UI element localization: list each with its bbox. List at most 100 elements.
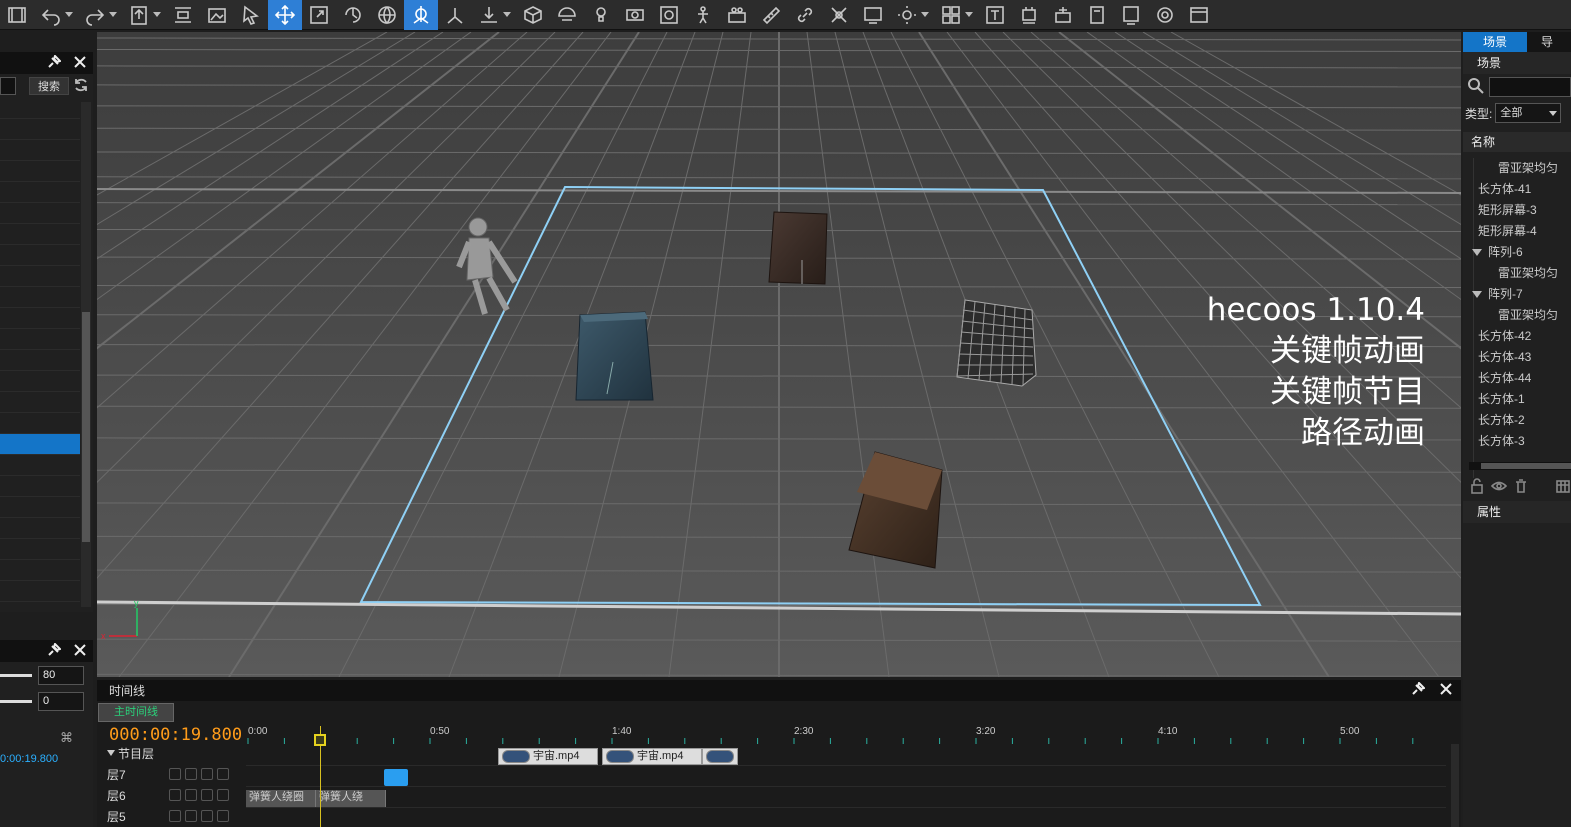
left-list-row[interactable]: [0, 98, 80, 119]
animation-clip[interactable]: 弹簧人绕圈: [246, 790, 316, 807]
link-tool[interactable]: [788, 0, 822, 30]
move-tool[interactable]: [268, 0, 302, 30]
grid-tool[interactable]: [934, 0, 978, 30]
left-list-row[interactable]: [0, 497, 80, 518]
scene-tree-item[interactable]: 长方体-2: [1474, 410, 1571, 431]
dropdown-arrow-icon[interactable]: [920, 12, 929, 17]
scene-tree-item[interactable]: 阵列-6: [1472, 242, 1571, 263]
globe-tool[interactable]: [370, 0, 404, 30]
panel-tool[interactable]: [1080, 0, 1114, 30]
left-list-row[interactable]: [0, 203, 80, 224]
rotate-tool[interactable]: [336, 0, 370, 30]
timeline-track[interactable]: [246, 767, 1446, 787]
expand-icon[interactable]: [1472, 249, 1482, 256]
mute-icon[interactable]: [185, 810, 197, 822]
left-list-row[interactable]: [0, 455, 80, 476]
slider-2-value[interactable]: 0: [38, 691, 84, 711]
screen-tool[interactable]: [1114, 0, 1148, 30]
scene-tree-item[interactable]: 长方体-44: [1474, 368, 1571, 389]
image-tool[interactable]: [200, 0, 234, 30]
expand-icon[interactable]: [1472, 291, 1482, 298]
scene-search-input[interactable]: [1489, 77, 1571, 97]
left-list-row[interactable]: [0, 539, 80, 560]
mute-icon[interactable]: [185, 768, 197, 780]
pin-icon[interactable]: [1411, 681, 1426, 699]
lock-icon[interactable]: [217, 789, 229, 801]
gear-tool[interactable]: [1148, 0, 1182, 30]
layer-row[interactable]: 层6: [107, 785, 243, 805]
layer-row[interactable]: 层5: [107, 806, 243, 826]
film-tool[interactable]: [0, 0, 34, 30]
search-icon[interactable]: [1467, 77, 1485, 98]
left-list-row[interactable]: [0, 371, 80, 392]
light-tool[interactable]: [584, 0, 618, 30]
close-icon[interactable]: [73, 643, 87, 660]
left-list-row[interactable]: [0, 434, 80, 455]
capture-tool[interactable]: [652, 0, 686, 30]
refresh-icon[interactable]: [73, 77, 89, 96]
layer-row[interactable]: 层7: [107, 764, 243, 784]
left-list-row[interactable]: [0, 518, 80, 539]
left-list-row[interactable]: [0, 350, 80, 371]
lock-icon[interactable]: [217, 810, 229, 822]
snap-tool[interactable]: [404, 0, 438, 30]
left-list-row[interactable]: [0, 182, 80, 203]
left-list-row[interactable]: [0, 476, 80, 497]
left-list-row[interactable]: [0, 581, 80, 602]
slider-1[interactable]: [0, 673, 32, 677]
collapse-icon[interactable]: [169, 768, 181, 780]
scene-tree-item[interactable]: 长方体-43: [1474, 347, 1571, 368]
left-list-row[interactable]: [0, 308, 80, 329]
cube-tool[interactable]: [516, 0, 550, 30]
left-list-row[interactable]: [0, 266, 80, 287]
pin-icon[interactable]: [47, 53, 62, 72]
undo-tool[interactable]: [34, 0, 78, 30]
redo-tool[interactable]: [78, 0, 122, 30]
collapse-icon[interactable]: [169, 810, 181, 822]
left-list-row[interactable]: [0, 245, 80, 266]
slider-1-value[interactable]: 80: [38, 665, 84, 685]
mute-icon[interactable]: [185, 789, 197, 801]
wave-icon[interactable]: ⌘: [60, 730, 73, 746]
video-clip[interactable]: 宇宙.mp4: [602, 748, 702, 765]
left-list-row[interactable]: [0, 119, 80, 140]
crossfade-tool[interactable]: [822, 0, 856, 30]
left-list-row[interactable]: [0, 329, 80, 350]
axis-tool[interactable]: [438, 0, 472, 30]
timeline-track[interactable]: 宇宙.mp4 宇宙.mp4: [246, 746, 1446, 766]
left-list-row[interactable]: [0, 413, 80, 434]
fps-tool[interactable]: [856, 0, 890, 30]
trash-icon[interactable]: [1513, 478, 1529, 497]
close-icon[interactable]: [73, 55, 87, 72]
left-list-row[interactable]: [0, 224, 80, 245]
scene-tree-item[interactable]: 阵列-7: [1472, 284, 1571, 305]
tab-scene[interactable]: 场景: [1463, 32, 1527, 52]
scale-tool[interactable]: [302, 0, 336, 30]
collapse-icon[interactable]: [169, 789, 181, 801]
dropdown-arrow-icon[interactable]: [964, 12, 973, 17]
timeline-track[interactable]: 弹簧人绕圈 弹簧人绕: [246, 788, 1446, 808]
cube-wireframe[interactable]: [956, 299, 1037, 387]
figure-tool[interactable]: [686, 0, 720, 30]
fixture2-tool[interactable]: [1046, 0, 1080, 30]
left-list-row[interactable]: [0, 140, 80, 161]
timeline-vscrollbar[interactable]: [1451, 744, 1459, 827]
tab-nav[interactable]: 导: [1529, 32, 1565, 52]
left-list-row[interactable]: [0, 392, 80, 413]
playhead-handle[interactable]: [314, 734, 327, 746]
video-clip[interactable]: 宇宙.mp4: [498, 748, 598, 765]
event-marker-icon[interactable]: [384, 769, 408, 786]
align-tool[interactable]: [166, 0, 200, 30]
export-tool[interactable]: [122, 0, 166, 30]
calendar-icon[interactable]: [1555, 478, 1571, 497]
scene-tree-item[interactable]: 矩形屏幕-3: [1474, 200, 1571, 221]
scene-tree-item[interactable]: 长方体-1: [1474, 389, 1571, 410]
scene-tree-item[interactable]: 雷亚架均匀: [1474, 263, 1571, 284]
left-list-row[interactable]: [0, 161, 80, 182]
dropdown-arrow-icon[interactable]: [152, 12, 161, 17]
eye-icon[interactable]: [201, 768, 213, 780]
left-list-row[interactable]: [0, 287, 80, 308]
group-tool[interactable]: [720, 0, 754, 30]
timeline-ruler[interactable]: 0:00 0:50 1:40 2:30 3:20 4:10 5:00: [246, 724, 1451, 744]
scene-hscrollbar[interactable]: [1469, 462, 1571, 470]
